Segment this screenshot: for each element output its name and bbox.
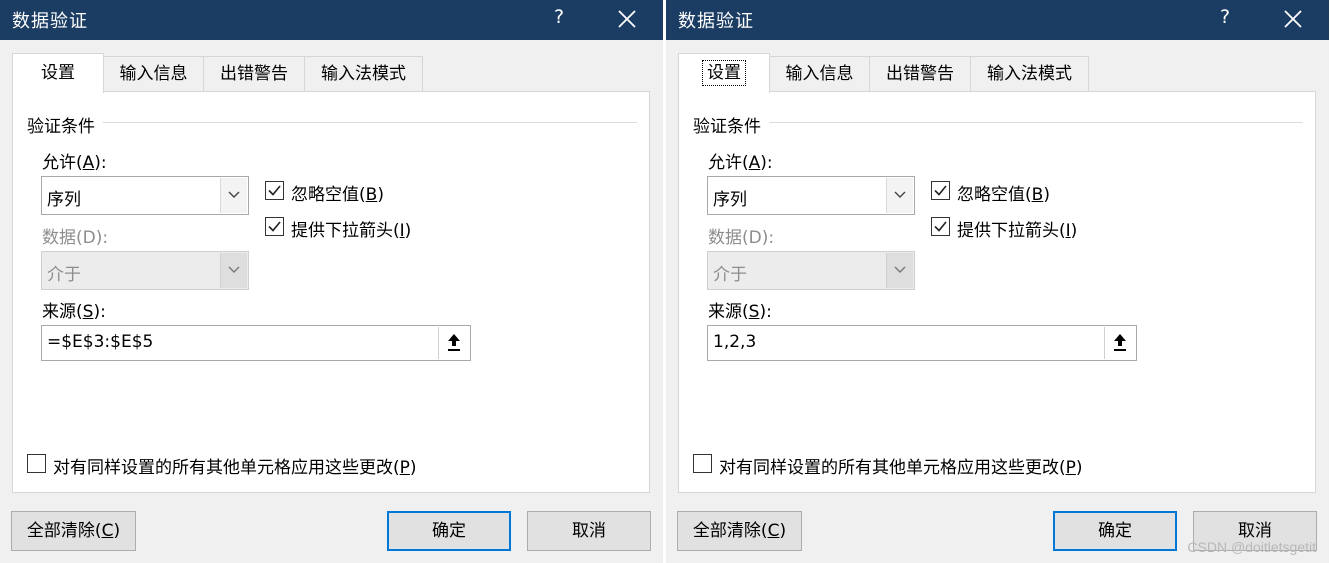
tab-input-message[interactable]: 输入信息 — [769, 56, 870, 91]
source-value: =$E$3:$E$5 — [47, 332, 154, 352]
apply-all-label: 对有同样设置的所有其他单元格应用这些更改(P) — [719, 458, 1083, 478]
clear-all-button[interactable]: 全部清除(C) — [677, 511, 802, 551]
checkmark-icon — [934, 221, 947, 232]
close-icon — [1284, 10, 1302, 28]
group-divider — [769, 122, 1303, 123]
dropdown-arrow-label: 提供下拉箭头(I) — [957, 221, 1078, 241]
chevron-down-icon — [894, 266, 906, 273]
data-label: 数据(D): — [708, 228, 775, 248]
validation-criteria-label: 验证条件 — [693, 117, 761, 137]
allow-value: 序列 — [47, 190, 81, 210]
ok-button[interactable]: 确定 — [1053, 511, 1177, 551]
allow-select[interactable]: 序列 — [41, 176, 249, 215]
title-bar: 数据验证 ? — [666, 0, 1329, 40]
source-input[interactable]: 1,2,3 — [707, 325, 1137, 361]
tab-input-message[interactable]: 输入信息 — [103, 56, 204, 91]
source-input[interactable]: =$E$3:$E$5 — [41, 325, 471, 361]
cancel-button[interactable]: 取消 — [527, 511, 651, 551]
close-icon — [618, 10, 636, 28]
tab-label: 设置 — [702, 60, 746, 86]
ok-button[interactable]: 确定 — [387, 511, 511, 551]
data-select: 介于 — [707, 251, 915, 290]
ignore-blank-label: 忽略空值(B) — [291, 185, 384, 205]
data-validation-dialog-right: 数据验证 ? 设置 输入信息 出错警告 输入法模式 验证条件 允许(A): 序列 — [666, 0, 1329, 563]
settings-panel: 验证条件 允许(A): 序列 数据(D): 介于 忽略空值(B) 提供下拉箭头(… — [678, 91, 1316, 493]
data-value: 介于 — [47, 265, 81, 285]
dialog-title: 数据验证 — [12, 11, 88, 32]
collapse-dialog-icon — [1114, 334, 1126, 351]
data-dropdown-button — [220, 253, 247, 288]
tab-ime-mode[interactable]: 输入法模式 — [970, 56, 1089, 91]
title-bar: 数据验证 ? — [0, 0, 663, 40]
data-dropdown-button — [886, 253, 913, 288]
tab-settings[interactable]: 设置 — [12, 53, 104, 93]
dropdown-arrow-label: 提供下拉箭头(I) — [291, 221, 412, 241]
checkbox-box[interactable] — [27, 454, 46, 473]
data-label: 数据(D): — [42, 228, 109, 248]
tab-ime-mode[interactable]: 输入法模式 — [304, 56, 423, 91]
help-button[interactable]: ? — [548, 6, 570, 28]
allow-dropdown-button[interactable] — [220, 178, 247, 213]
clear-all-button[interactable]: 全部清除(C) — [11, 511, 136, 551]
checkmark-icon — [934, 185, 947, 196]
allow-value: 序列 — [713, 190, 747, 210]
tab-label: 输入法模式 — [321, 64, 406, 84]
chevron-down-icon — [228, 191, 240, 198]
watermark: CSDN @doitletsgetit — [1187, 539, 1316, 555]
chevron-down-icon — [894, 191, 906, 198]
checkmark-icon — [268, 185, 281, 196]
close-button[interactable] — [1281, 7, 1305, 31]
tab-label: 出错警告 — [886, 64, 954, 84]
tab-settings[interactable]: 设置 — [678, 53, 770, 93]
settings-panel: 验证条件 允许(A): 序列 数据(D): 介于 忽略空值(B) 提供下拉箭头(… — [12, 91, 650, 493]
allow-select[interactable]: 序列 — [707, 176, 915, 215]
source-label: 来源(S): — [708, 302, 772, 322]
checkbox-box[interactable] — [931, 181, 950, 200]
group-divider — [103, 122, 637, 123]
checkmark-icon — [268, 221, 281, 232]
tab-error-alert[interactable]: 出错警告 — [869, 56, 971, 91]
data-validation-dialog-left: 数据验证 ? 设置 输入信息 出错警告 输入法模式 验证条件 允许(A): 序列 — [0, 0, 663, 563]
tab-label: 输入法模式 — [987, 64, 1072, 84]
checkbox-box[interactable] — [265, 217, 284, 236]
checkbox-box[interactable] — [265, 181, 284, 200]
ignore-blank-label: 忽略空值(B) — [957, 185, 1050, 205]
dialog-title: 数据验证 — [678, 11, 754, 32]
help-button[interactable]: ? — [1214, 6, 1236, 28]
tab-label: 出错警告 — [220, 64, 288, 84]
tab-error-alert[interactable]: 出错警告 — [203, 56, 305, 91]
tab-label: 设置 — [41, 63, 75, 83]
tab-label: 输入信息 — [785, 64, 854, 84]
allow-label: 允许(A): — [708, 153, 773, 173]
allow-label: 允许(A): — [42, 153, 107, 173]
collapse-dialog-icon — [448, 334, 460, 351]
data-select: 介于 — [41, 251, 249, 290]
apply-all-label: 对有同样设置的所有其他单元格应用这些更改(P) — [53, 458, 417, 478]
data-value: 介于 — [713, 265, 747, 285]
checkbox-box[interactable] — [931, 217, 950, 236]
close-button[interactable] — [615, 7, 639, 31]
collapse-dialog-button[interactable] — [1104, 327, 1135, 359]
source-value: 1,2,3 — [713, 332, 757, 352]
chevron-down-icon — [228, 266, 240, 273]
tab-label: 输入信息 — [119, 64, 188, 84]
collapse-dialog-button[interactable] — [438, 327, 469, 359]
validation-criteria-label: 验证条件 — [27, 117, 95, 137]
allow-dropdown-button[interactable] — [886, 178, 913, 213]
checkbox-box[interactable] — [693, 454, 712, 473]
source-label: 来源(S): — [42, 302, 106, 322]
